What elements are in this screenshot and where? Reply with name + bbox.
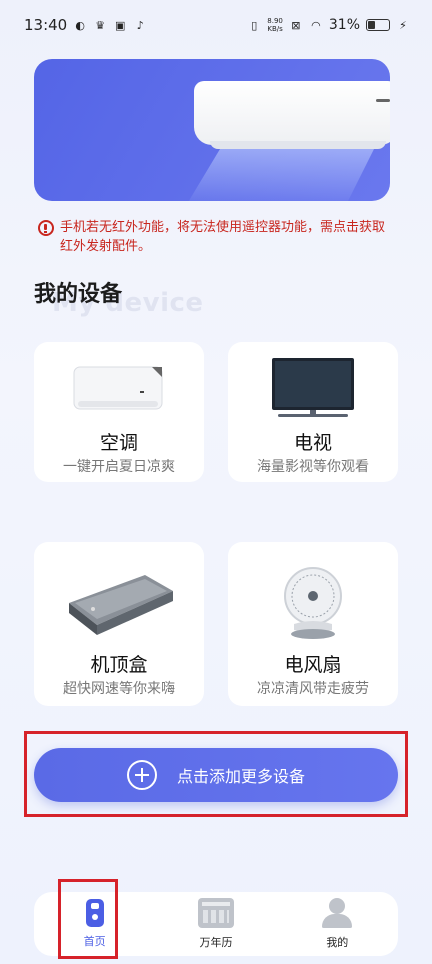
device-desc: 海量影视等你观看 — [257, 459, 369, 475]
home-tab-highlight — [58, 879, 118, 959]
status-time: 13:40 — [24, 16, 68, 34]
status-left: 13:40 ◐ ♛ ▣ ♪ — [24, 16, 147, 34]
ac-logo — [376, 99, 390, 102]
add-button-label: 点击添加更多设备 — [176, 767, 305, 786]
status-right: ▯ 8.90 KB/s ⊠ ◠ 31% ⚡ — [247, 17, 410, 33]
device-desc: 一键开启夏日凉爽 — [63, 459, 175, 475]
air-conditioner-image — [34, 352, 204, 426]
device-name: 空调 — [99, 432, 138, 454]
device-card-tv[interactable]: 电视 海量影视等你观看 — [228, 342, 398, 482]
network-speed: 8.90 KB/s — [267, 17, 283, 33]
status-bar: 13:40 ◐ ♛ ▣ ♪ ▯ 8.90 KB/s ⊠ ◠ 31% ⚡ — [0, 0, 432, 50]
vibrate-icon: ▯ — [251, 18, 258, 32]
warning-text: 手机若无红外功能，将无法使用遥控器功能，需点击获取红外发射配件。 — [60, 220, 386, 254]
sim-icon: ⊠ — [291, 18, 301, 32]
wifi-icon: ◠ — [311, 18, 321, 32]
alert-icon — [38, 220, 54, 236]
ac-vent — [210, 141, 386, 149]
add-more-devices-button[interactable]: 点击添加更多设备 — [34, 748, 398, 802]
device-card-electric-fan[interactable]: 电风扇 凉凉清风带走疲劳 — [228, 542, 398, 706]
nav-profile-label: 我的 — [326, 936, 349, 949]
sync-icon: ◐ — [75, 18, 86, 32]
crown-icon: ♛ — [95, 18, 106, 32]
device-name: 机顶盒 — [90, 654, 148, 676]
airflow-graphic — [184, 149, 374, 201]
device-desc: 凉凉清风带走疲劳 — [257, 681, 369, 697]
device-card-set-top-box[interactable]: 机顶盒 超快网速等你来嗨 — [34, 542, 204, 706]
set-top-box-image — [34, 562, 204, 646]
infrared-warning[interactable]: 手机若无红外功能，将无法使用遥控器功能，需点击获取红外发射配件。 — [38, 218, 394, 256]
plus-circle-icon — [126, 760, 157, 790]
battery-icon — [366, 19, 390, 31]
user-icon — [320, 898, 354, 928]
nav-profile[interactable]: 我的 — [297, 892, 377, 956]
device-name: 电视 — [293, 432, 332, 454]
electric-fan-image — [228, 562, 398, 646]
calendar-icon — [197, 898, 234, 928]
tv-image — [228, 352, 398, 426]
charging-icon: ⚡ — [399, 18, 407, 32]
device-name: 电风扇 — [284, 654, 342, 676]
nav-calendar-label: 万年历 — [199, 936, 233, 949]
battery-percent: 31% — [328, 17, 360, 33]
ac-unit-image — [194, 81, 390, 145]
ac-banner[interactable] — [34, 59, 390, 201]
app-icon: ▣ — [115, 18, 126, 32]
device-desc: 超快网速等你来嗨 — [63, 681, 175, 697]
tiktok-icon: ♪ — [136, 18, 144, 32]
device-card-air-conditioner[interactable]: 空调 一键开启夏日凉爽 — [34, 342, 204, 482]
section-title: 我的设备 — [34, 282, 123, 307]
nav-calendar[interactable]: 万年历 — [176, 892, 256, 956]
